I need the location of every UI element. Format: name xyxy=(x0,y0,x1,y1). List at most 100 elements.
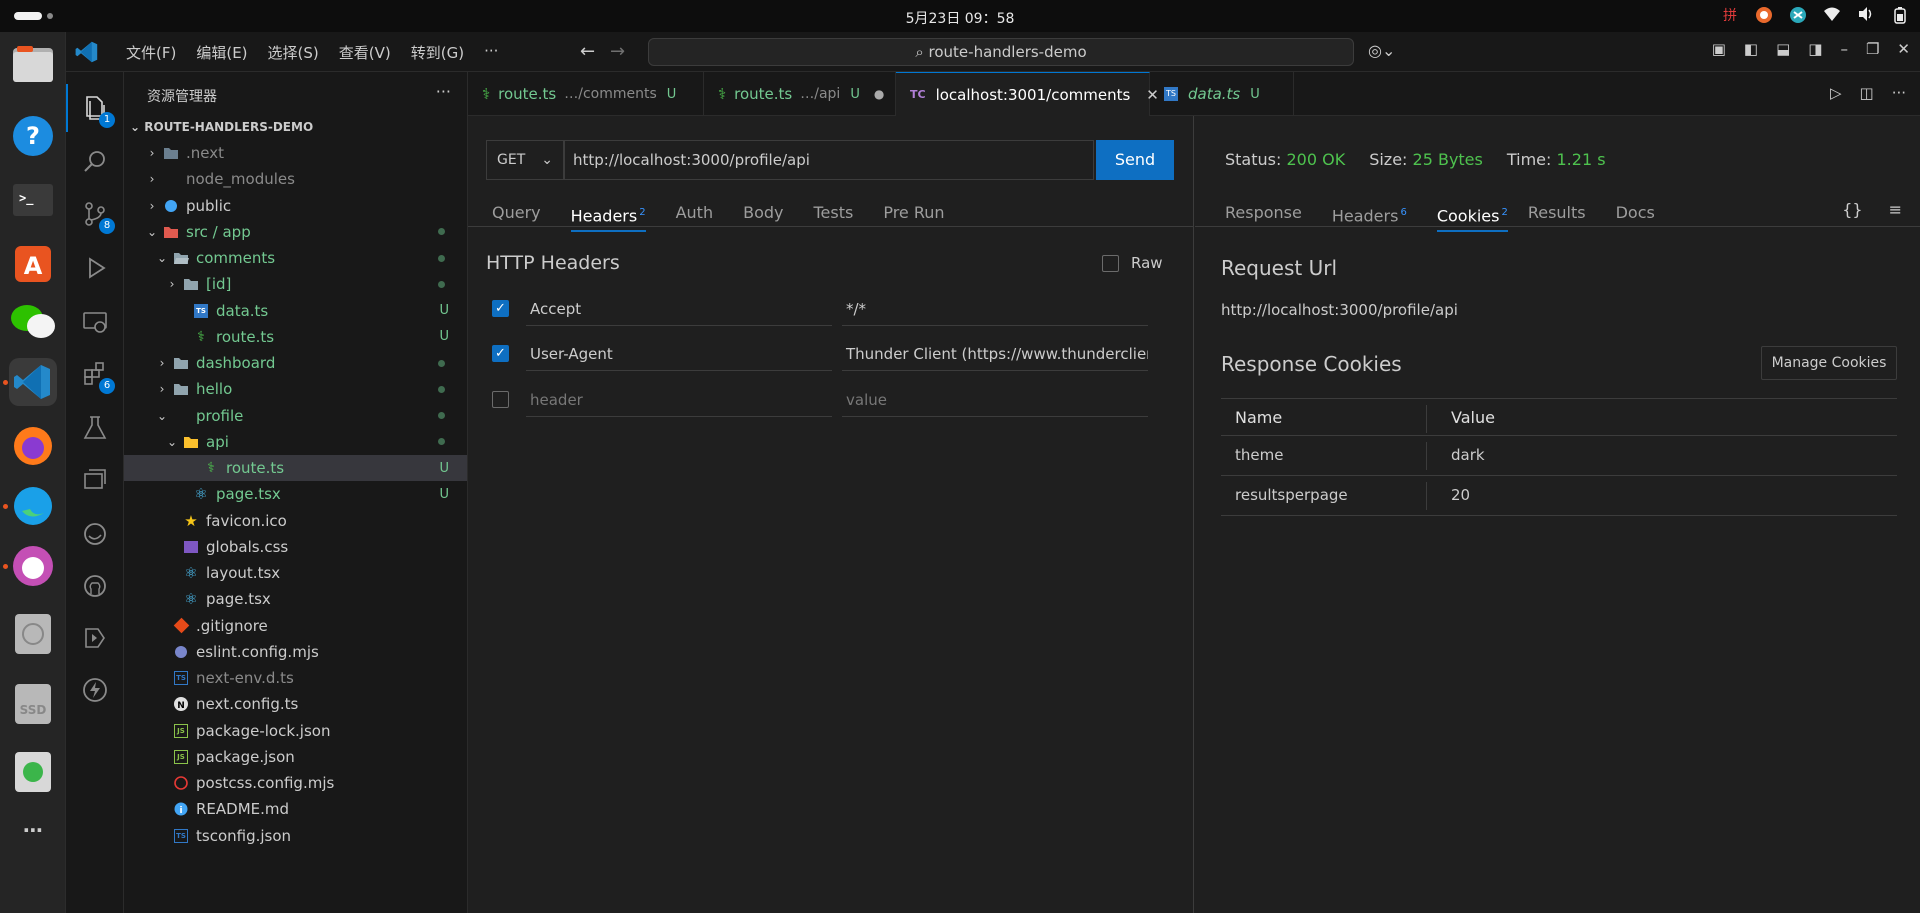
tree-item[interactable]: › dashboard xyxy=(124,350,467,376)
tree-item[interactable]: i README.md xyxy=(124,796,467,822)
trash-app-icon[interactable] xyxy=(9,748,57,796)
tree-item[interactable]: › node_modules xyxy=(124,166,467,192)
system-clock[interactable]: 5月23日 09：58 xyxy=(0,8,1920,28)
show-apps-icon[interactable]: ⋯ xyxy=(9,806,57,854)
wechat-app-icon[interactable] xyxy=(9,298,57,346)
input-method-icon[interactable]: 拼 xyxy=(1720,6,1740,26)
app-indicator-icon[interactable] xyxy=(1754,6,1774,26)
tree-item[interactable]: › hello xyxy=(124,376,467,402)
tree-item[interactable]: ⚛ page.tsx xyxy=(124,586,467,612)
tree-item[interactable]: ⌄ profile xyxy=(124,403,467,429)
header-enabled-checkbox[interactable]: ✓ xyxy=(492,300,509,317)
close-window-icon[interactable]: ✕ xyxy=(1897,40,1910,58)
url-input[interactable]: http://localhost:3000/profile/api xyxy=(564,140,1094,180)
copilot-icon[interactable]: ◎⌄ xyxy=(1368,41,1395,60)
header-enabled-checkbox[interactable] xyxy=(492,391,509,408)
cat-app-icon[interactable] xyxy=(9,542,57,590)
tree-item[interactable]: TS tsconfig.json xyxy=(124,823,467,849)
tree-item[interactable]: JS package-lock.json xyxy=(124,718,467,744)
run-view-icon[interactable] xyxy=(79,622,111,654)
explorer-icon[interactable]: 1 xyxy=(79,92,115,128)
wifi-icon[interactable] xyxy=(1822,6,1842,26)
tree-item[interactable]: .gitignore xyxy=(124,613,467,639)
tree-item[interactable]: TS next-env.d.ts xyxy=(124,665,467,691)
command-center-search[interactable]: ⌕ route-handlers-demo xyxy=(648,38,1354,66)
menu-edit[interactable]: 编辑(E) xyxy=(186,42,257,63)
tree-item[interactable]: ⌄ src / app xyxy=(124,219,467,245)
header-enabled-checkbox[interactable]: ✓ xyxy=(492,345,509,362)
tree-item[interactable]: ⌄ comments xyxy=(124,245,467,271)
header-value-input[interactable]: value xyxy=(842,383,1148,417)
project-root[interactable]: ⌄ ROUTE-HANDLERS-DEMO xyxy=(130,120,313,134)
thunder-client-icon[interactable] xyxy=(79,674,111,706)
help-app-icon[interactable]: ? xyxy=(9,112,57,160)
more-actions-icon[interactable]: ··· xyxy=(436,82,451,101)
toggle-panel-icon[interactable]: ⬓ xyxy=(1776,40,1790,58)
clash-indicator-icon[interactable] xyxy=(1788,6,1808,26)
tree-item[interactable]: eslint.config.mjs xyxy=(124,639,467,665)
tree-item[interactable]: ★ favicon.ico xyxy=(124,508,467,534)
github-icon[interactable] xyxy=(79,570,111,602)
tree-item[interactable]: › public xyxy=(124,193,467,219)
menu-lines-icon[interactable]: ≡ xyxy=(1889,200,1902,219)
method-select[interactable]: GET ⌄ xyxy=(486,140,564,180)
tab-thunder-client[interactable]: TC localhost:3001/comments ✕ xyxy=(896,72,1159,116)
tree-item[interactable]: postcss.config.mjs xyxy=(124,770,467,796)
search-icon[interactable] xyxy=(79,146,111,178)
manage-cookies-button[interactable]: Manage Cookies xyxy=(1761,346,1897,380)
menu-selection[interactable]: 选择(S) xyxy=(258,42,329,63)
raw-checkbox[interactable] xyxy=(1102,254,1119,272)
raw-toggle[interactable]: Raw xyxy=(1102,254,1163,272)
tab-route-api[interactable]: ⚕ route.ts …/api U ● xyxy=(704,72,896,116)
braces-icon[interactable]: {} xyxy=(1842,200,1862,219)
tree-item[interactable]: TS data.ts U xyxy=(124,298,467,324)
tree-item[interactable]: ⚕ route.ts U xyxy=(124,324,467,350)
header-key-input[interactable]: header xyxy=(526,383,832,417)
run-icon[interactable]: ▷ xyxy=(1830,84,1842,102)
tree-item[interactable]: › [id] xyxy=(124,271,467,297)
tree-item[interactable]: JS package.json xyxy=(124,744,467,770)
header-key-input[interactable]: Accept xyxy=(526,292,832,326)
tree-item[interactable]: ⚛ layout.tsx xyxy=(124,560,467,586)
edge-devtools-icon[interactable] xyxy=(79,518,111,550)
volume-icon[interactable] xyxy=(1856,6,1876,26)
minimize-icon[interactable]: – xyxy=(1840,40,1848,58)
edge-app-icon[interactable] xyxy=(9,482,57,530)
customize-layout-icon[interactable]: ▣ xyxy=(1712,40,1726,58)
tree-item[interactable]: ⚕ route.ts U xyxy=(124,455,467,481)
tree-item[interactable]: ⌄ api xyxy=(124,429,467,455)
back-arrow-icon[interactable]: ← xyxy=(580,41,595,62)
tree-item[interactable]: › .next xyxy=(124,140,467,166)
maximize-icon[interactable]: ❐ xyxy=(1866,40,1879,58)
header-value-input[interactable]: Thunder Client (https://www.thunderclien… xyxy=(842,337,1148,371)
testing-icon[interactable] xyxy=(79,412,111,444)
disk-app-icon[interactable] xyxy=(9,610,57,658)
tree-item[interactable]: Nnext.config.ts xyxy=(124,691,467,717)
menu-more[interactable]: ··· xyxy=(474,42,508,63)
forward-arrow-icon[interactable]: → xyxy=(610,41,625,62)
header-key-input[interactable]: User-Agent xyxy=(526,337,832,371)
tree-item[interactable]: globals.css xyxy=(124,534,467,560)
source-control-icon[interactable]: 8 xyxy=(79,198,115,234)
toggle-secondary-sidebar-icon[interactable]: ◨ xyxy=(1808,40,1822,58)
menu-view[interactable]: 查看(V) xyxy=(329,42,401,63)
files-app-icon[interactable] xyxy=(9,40,57,88)
app-center-icon[interactable]: A xyxy=(9,238,57,286)
unsaved-dot-icon[interactable]: ● xyxy=(874,87,884,101)
tree-item[interactable]: ⚛ page.tsx U xyxy=(124,481,467,507)
ssd-drive-icon[interactable]: SSD xyxy=(9,680,57,728)
firefox-app-icon[interactable] xyxy=(9,422,57,470)
menu-go[interactable]: 转到(G) xyxy=(401,42,474,63)
containers-icon[interactable] xyxy=(79,464,111,496)
vscode-app-icon[interactable] xyxy=(9,358,57,406)
toggle-sidebar-icon[interactable]: ◧ xyxy=(1744,40,1758,58)
extensions-icon[interactable]: 6 xyxy=(79,358,115,394)
tab-route-comments[interactable]: ⚕ route.ts …/comments U xyxy=(468,72,704,116)
menu-file[interactable]: 文件(F) xyxy=(116,42,186,63)
tab-data-ts[interactable]: TS data.ts U xyxy=(1150,72,1294,116)
header-value-input[interactable]: */* xyxy=(842,292,1148,326)
battery-icon[interactable] xyxy=(1890,6,1910,26)
split-editor-icon[interactable]: ◫ xyxy=(1860,84,1874,102)
more-actions-icon[interactable]: ··· xyxy=(1892,84,1906,102)
terminal-app-icon[interactable]: >_ xyxy=(9,176,57,224)
